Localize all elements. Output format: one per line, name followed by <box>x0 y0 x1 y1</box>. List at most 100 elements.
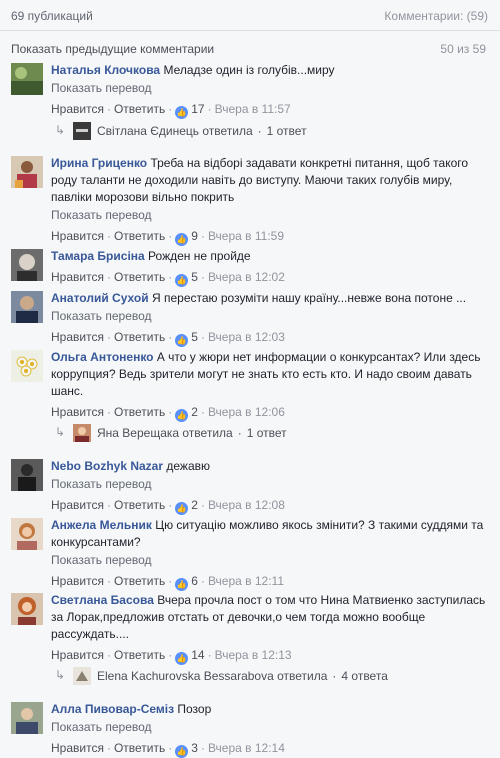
show-translation-link[interactable]: Показать перевод <box>51 80 491 97</box>
comment-page-count: 50 из 59 <box>440 42 486 56</box>
like-link[interactable]: Нравится <box>51 102 104 116</box>
like-link[interactable]: Нравится <box>51 741 104 755</box>
pager-row: Показать предыдущие комментарии 50 из 59 <box>0 40 500 58</box>
comment-timestamp[interactable]: Вчера в 11:57 <box>215 102 291 116</box>
thumbs-up-icon[interactable]: 👍 <box>175 233 189 246</box>
like-count[interactable]: 9 <box>191 229 198 243</box>
reply-link[interactable]: Ответить <box>114 270 165 284</box>
comment-timestamp[interactable]: Вчера в 12:08 <box>208 498 285 512</box>
comment-actions: Нравится · Ответить · 👍 3 · Вчера в 12:14 <box>51 741 285 758</box>
comment-author[interactable]: Наталья Клочкова <box>51 63 160 77</box>
reply-link[interactable]: Ответить <box>114 330 165 344</box>
comments-total[interactable]: Комментарии: (59) <box>384 9 488 23</box>
comment-author[interactable]: Анжела Мельник <box>51 518 152 532</box>
replies-row[interactable]: ↳ Яна Верещака ответила · 1 ответ <box>55 424 287 442</box>
comment-timestamp[interactable]: Вчера в 12:02 <box>208 270 285 284</box>
like-link[interactable]: Нравится <box>51 270 104 284</box>
comment-author[interactable]: Ирина Гриценко <box>51 156 147 170</box>
show-translation-link[interactable]: Показать перевод <box>51 476 491 493</box>
thumbs-up-icon[interactable]: 👍 <box>175 578 189 591</box>
show-translation-link[interactable]: Показать перевод <box>51 308 491 325</box>
comment-actions: Нравится · Ответить · 👍 5 · Вчера в 12:03 <box>51 330 285 347</box>
reply-link[interactable]: Ответить <box>114 229 165 243</box>
like-count[interactable]: 5 <box>191 270 198 284</box>
avatar-image <box>11 350 43 382</box>
avatar[interactable] <box>11 350 43 382</box>
comment-author[interactable]: Алла Пивовар-Семіз <box>51 702 174 716</box>
avatar[interactable] <box>11 63 43 95</box>
like-link[interactable]: Нравится <box>51 229 104 243</box>
thumbs-up-icon[interactable]: 👍 <box>175 409 189 422</box>
avatar[interactable] <box>11 156 43 188</box>
comment-author[interactable]: Светлана Басова <box>51 593 154 607</box>
replies-row[interactable]: ↳ Світлана Єдинець ответила · 1 ответ <box>55 122 307 140</box>
show-previous-comments-link[interactable]: Показать предыдущие комментарии <box>11 42 214 56</box>
like-count[interactable]: 6 <box>191 574 198 588</box>
like-link[interactable]: Нравится <box>51 498 104 512</box>
comment-text: Рожден не пройде <box>148 249 251 263</box>
reply-link[interactable]: Ответить <box>114 741 165 755</box>
comment-timestamp[interactable]: Вчера в 12:11 <box>208 574 284 588</box>
replies-row[interactable]: ↳ Elena Kachurovska Bessarabova ответила ·… <box>55 667 388 685</box>
comment-timestamp[interactable]: Вчера в 12:13 <box>215 648 292 662</box>
reply-link[interactable]: Ответить <box>114 405 165 419</box>
thumbs-up-icon[interactable]: 👍 <box>175 106 189 119</box>
avatar-image <box>11 593 43 625</box>
avatar-image <box>11 459 43 491</box>
avatar[interactable] <box>11 702 43 734</box>
reply-author[interactable]: Яна Верещака ответила <box>97 426 233 440</box>
like-count[interactable]: 17 <box>191 102 204 116</box>
reply-link[interactable]: Ответить <box>114 102 165 116</box>
reply-author[interactable]: Світлана Єдинець ответила <box>97 124 253 138</box>
thumbs-up-icon[interactable]: 👍 <box>175 334 189 347</box>
thumbs-up-icon[interactable]: 👍 <box>175 274 189 287</box>
like-count[interactable]: 3 <box>191 741 198 755</box>
reply-count[interactable]: 1 ответ <box>247 426 287 440</box>
avatar-image <box>11 518 43 550</box>
avatar-image <box>11 156 43 188</box>
top-bar: 69 публикаций Комментарии: (59) <box>0 0 500 31</box>
thumbs-up-icon[interactable]: 👍 <box>175 502 189 515</box>
show-translation-link[interactable]: Показать перевод <box>51 207 491 224</box>
avatar-image <box>11 702 43 734</box>
show-translation-link[interactable]: Показать перевод <box>51 719 491 736</box>
like-link[interactable]: Нравится <box>51 405 104 419</box>
like-count[interactable]: 2 <box>191 405 198 419</box>
comment-text: Я перестаю розуміти нашу країну...невже … <box>151 291 467 305</box>
like-count[interactable]: 5 <box>191 330 198 344</box>
reply-count[interactable]: 1 ответ <box>267 124 307 138</box>
publications-count[interactable]: 69 публикаций <box>11 9 93 23</box>
thumbs-up-icon[interactable]: 👍 <box>175 745 189 758</box>
comment-actions: Нравится · Ответить · 👍 9 · Вчера в 11:59 <box>51 229 284 246</box>
like-link[interactable]: Нравится <box>51 648 104 662</box>
comment-actions: Нравится · Ответить · 👍 14 · Вчера в 12:13 <box>51 648 292 665</box>
avatar[interactable] <box>11 249 43 281</box>
like-count[interactable]: 14 <box>191 648 204 662</box>
reply-link[interactable]: Ответить <box>114 574 165 588</box>
comment-actions: Нравится · Ответить · 👍 5 · Вчера в 12:02 <box>51 270 285 287</box>
like-count[interactable]: 2 <box>191 498 198 512</box>
avatar[interactable] <box>11 291 43 323</box>
like-link[interactable]: Нравится <box>51 574 104 588</box>
reply-link[interactable]: Ответить <box>114 498 165 512</box>
reply-arrow-icon: ↳ <box>55 425 66 439</box>
comment-timestamp[interactable]: Вчера в 11:59 <box>208 229 284 243</box>
like-link[interactable]: Нравится <box>51 330 104 344</box>
avatar-image <box>11 291 43 323</box>
comment-author[interactable]: Тамара Брисіна <box>51 249 145 263</box>
comment-author[interactable]: Ольга Антоненко <box>51 350 154 364</box>
avatar[interactable] <box>11 518 43 550</box>
reply-link[interactable]: Ответить <box>114 648 165 662</box>
reply-author[interactable]: Elena Kachurovska Bessarabova ответила <box>97 669 327 683</box>
comment-timestamp[interactable]: Вчера в 12:14 <box>208 741 285 755</box>
comment-actions: Нравится · Ответить · 👍 2 · Вчера в 12:08 <box>51 498 285 515</box>
comment-author[interactable]: Анатолий Сухой <box>51 291 149 305</box>
show-translation-link[interactable]: Показать перевод <box>51 552 491 569</box>
reply-count[interactable]: 4 ответа <box>341 669 387 683</box>
comment-author[interactable]: Nebo Bozhyk Nazar <box>51 459 163 473</box>
thumbs-up-icon[interactable]: 👍 <box>175 652 189 665</box>
avatar[interactable] <box>11 459 43 491</box>
avatar[interactable] <box>11 593 43 625</box>
comment-timestamp[interactable]: Вчера в 12:06 <box>208 405 285 419</box>
comment-timestamp[interactable]: Вчера в 12:03 <box>208 330 285 344</box>
